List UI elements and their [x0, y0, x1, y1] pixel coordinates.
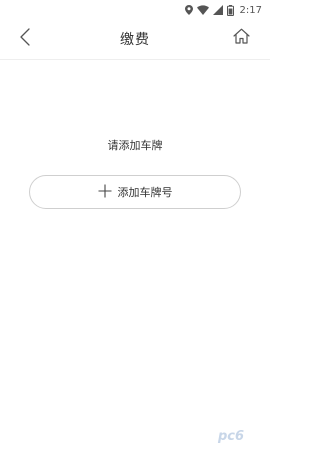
- home-button[interactable]: [230, 27, 252, 49]
- watermark-text: pc6: [217, 429, 244, 443]
- plus-icon: [98, 183, 112, 202]
- add-plate-prompt: 请添加车牌: [107, 139, 163, 152]
- add-plate-button-label: 添加车牌号: [117, 186, 173, 199]
- battery-icon: [226, 4, 234, 16]
- watermark-logo: pc6: [216, 427, 262, 443]
- app-screen: 2:17 缴费 请添加车牌 添加车牌号 pc6: [0, 0, 270, 449]
- wifi-icon: [196, 5, 209, 15]
- status-bar: 2:17: [0, 0, 270, 20]
- signal-icon: [212, 5, 223, 15]
- nav-header: 缴费: [0, 20, 270, 60]
- status-time: 2:17: [239, 4, 262, 16]
- add-plate-button[interactable]: 添加车牌号: [29, 175, 241, 209]
- home-icon: [232, 28, 250, 48]
- location-icon: [184, 5, 193, 15]
